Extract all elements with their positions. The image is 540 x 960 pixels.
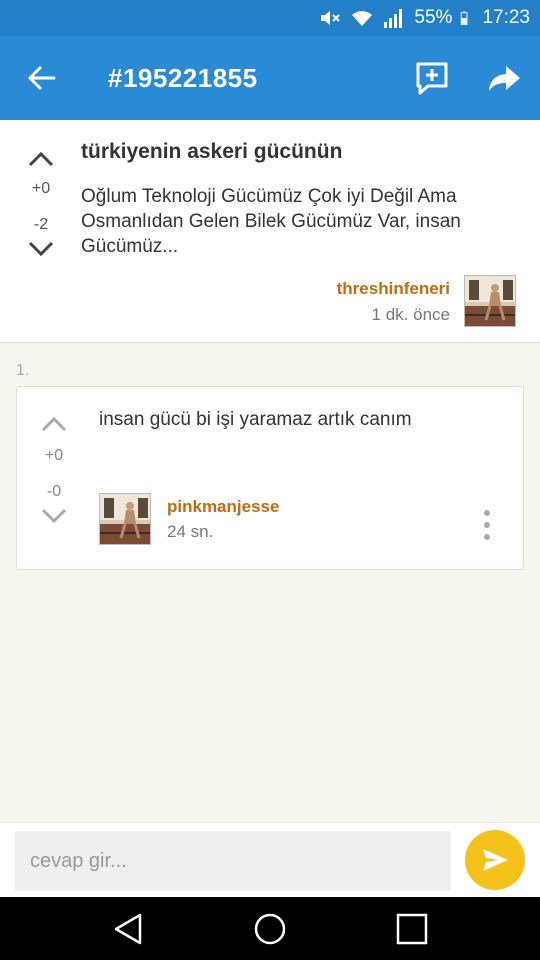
battery-percent: 55% xyxy=(414,7,453,28)
upvote-icon[interactable] xyxy=(24,146,58,172)
signal-icon xyxy=(384,9,403,28)
reply-bar xyxy=(0,822,540,897)
page-title: #195221855 xyxy=(108,63,258,93)
status-bar: 55% 17:23 xyxy=(0,0,540,36)
comment-index: 1. xyxy=(16,362,30,379)
more-options-icon[interactable] xyxy=(479,509,495,541)
app-bar: #195221855 xyxy=(0,36,540,120)
comment-author-avatar[interactable] xyxy=(99,493,151,545)
wifi-icon xyxy=(352,11,373,26)
upvote-count: +0 xyxy=(31,180,51,197)
clock: 17:23 xyxy=(482,7,530,28)
post-card: +0 -2 türkiyenin askeri gücünün Oğlum Te… xyxy=(0,120,540,343)
send-icon xyxy=(483,849,508,871)
downvote-icon[interactable] xyxy=(37,503,71,529)
upvote-count: +0 xyxy=(44,447,64,464)
comment-vote-column: +0 -0 xyxy=(37,411,71,529)
post-body: Oğlum Teknoloji Gücümüz Çok iyi Değil Am… xyxy=(81,186,461,257)
downvote-count: -2 xyxy=(33,216,49,233)
post-author[interactable]: threshinfeneri xyxy=(337,279,450,299)
nav-home-icon[interactable] xyxy=(250,909,290,949)
comment-author[interactable]: pinkmanjesse xyxy=(167,497,279,517)
post-vote-column: +0 -2 xyxy=(24,146,58,262)
share-icon[interactable] xyxy=(484,58,524,98)
back-arrow-icon[interactable] xyxy=(20,58,64,98)
reply-input[interactable] xyxy=(15,831,451,891)
post-time: 1 dk. önce xyxy=(371,305,450,324)
downvote-icon[interactable] xyxy=(24,236,58,262)
navigation-bar xyxy=(0,897,540,960)
nav-back-icon[interactable] xyxy=(108,909,148,949)
downvote-count: -0 xyxy=(46,483,62,500)
comment-card: +0 -0 insan gücü bi işi yaramaz artık ca… xyxy=(16,386,524,570)
mute-icon xyxy=(321,11,341,25)
post-author-avatar[interactable] xyxy=(464,275,516,327)
add-comment-icon[interactable] xyxy=(412,58,452,98)
upvote-icon[interactable] xyxy=(37,411,71,437)
post-title: türkiyenin askeri gücünün xyxy=(81,140,343,163)
send-button[interactable] xyxy=(465,830,525,890)
comment-text: insan gücü bi işi yaramaz artık canım xyxy=(99,409,412,430)
battery-icon xyxy=(461,11,468,25)
comment-time: 24 sn. xyxy=(167,522,214,541)
nav-recents-icon[interactable] xyxy=(392,909,432,949)
